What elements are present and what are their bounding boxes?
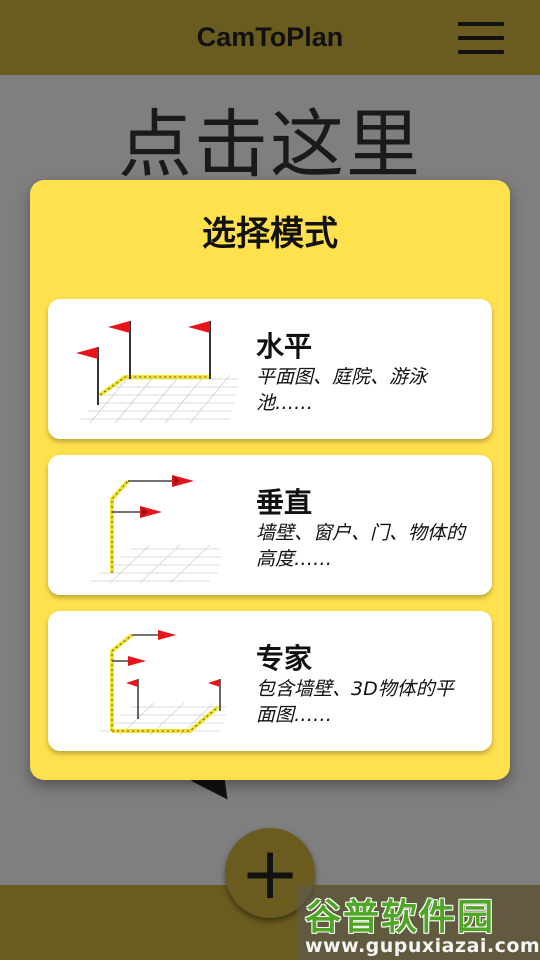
watermark-url: www.gupuxiazai.com (305, 935, 540, 957)
mode-card-horizontal[interactable]: 水平 平面图、庭院、游泳池…… (48, 299, 492, 439)
horizontal-mode-icon (76, 321, 238, 424)
mode-card-vertical[interactable]: 垂直 墙壁、窗户、门、物体的高度…… (48, 455, 492, 595)
mode-title-horizontal: 水平 (256, 330, 313, 363)
mode-card-expert[interactable]: 专家 包含墙壁、3D物体的平面图…… (48, 611, 492, 751)
expert-mode-icon (100, 630, 226, 736)
background-arrow-icon (190, 775, 228, 805)
vertical-mode-icon (90, 475, 222, 584)
mode-desc-vertical: 墙壁、窗户、门、物体的高度…… (256, 522, 466, 570)
watermark-brand: 谷普软件园 (305, 897, 496, 938)
app-title: CamToPlan (196, 22, 344, 52)
watermark: 谷普软件园 www.gupuxiazai.com (297, 886, 540, 960)
mode-desc-horizontal: 平面图、庭院、游泳池…… (256, 366, 428, 414)
mode-title-expert: 专家 (256, 642, 313, 675)
background-hint-text: 点击这里 (118, 102, 422, 188)
dialog-title: 选择模式 (202, 214, 338, 254)
mode-select-dialog: 选择模式 水平 平面图、庭院、游泳池…… 垂直 墙壁、窗户、门、物体的高度…… … (30, 180, 510, 780)
hamburger-menu-icon[interactable] (458, 22, 504, 54)
mode-title-vertical: 垂直 (256, 486, 313, 519)
mode-desc-expert: 包含墙壁、3D物体的平面图…… (256, 678, 454, 726)
app-header: CamToPlan (0, 0, 540, 75)
